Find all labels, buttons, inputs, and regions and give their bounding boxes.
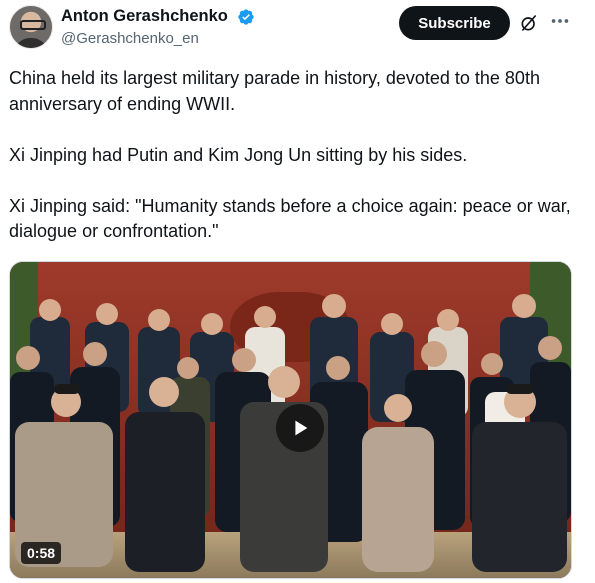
verified-badge-icon <box>238 9 254 25</box>
video-player[interactable]: 0:58 <box>9 261 572 579</box>
more-dots-icon[interactable] <box>549 10 571 32</box>
video-duration-badge: 0:58 <box>21 542 62 564</box>
play-icon <box>295 420 308 436</box>
grok-icon[interactable] <box>519 13 539 33</box>
author-handle[interactable]: @Gerashchenko_en <box>61 30 199 47</box>
avatar-glasses <box>20 20 46 30</box>
subscribe-button[interactable]: Subscribe <box>399 6 510 40</box>
avatar-shirt <box>14 38 48 48</box>
tweet-text: China held its largest military parade i… <box>9 68 571 241</box>
author-avatar[interactable] <box>9 5 53 49</box>
play-button[interactable] <box>276 404 324 452</box>
author-name[interactable]: Anton Gerashchenko <box>61 7 228 26</box>
